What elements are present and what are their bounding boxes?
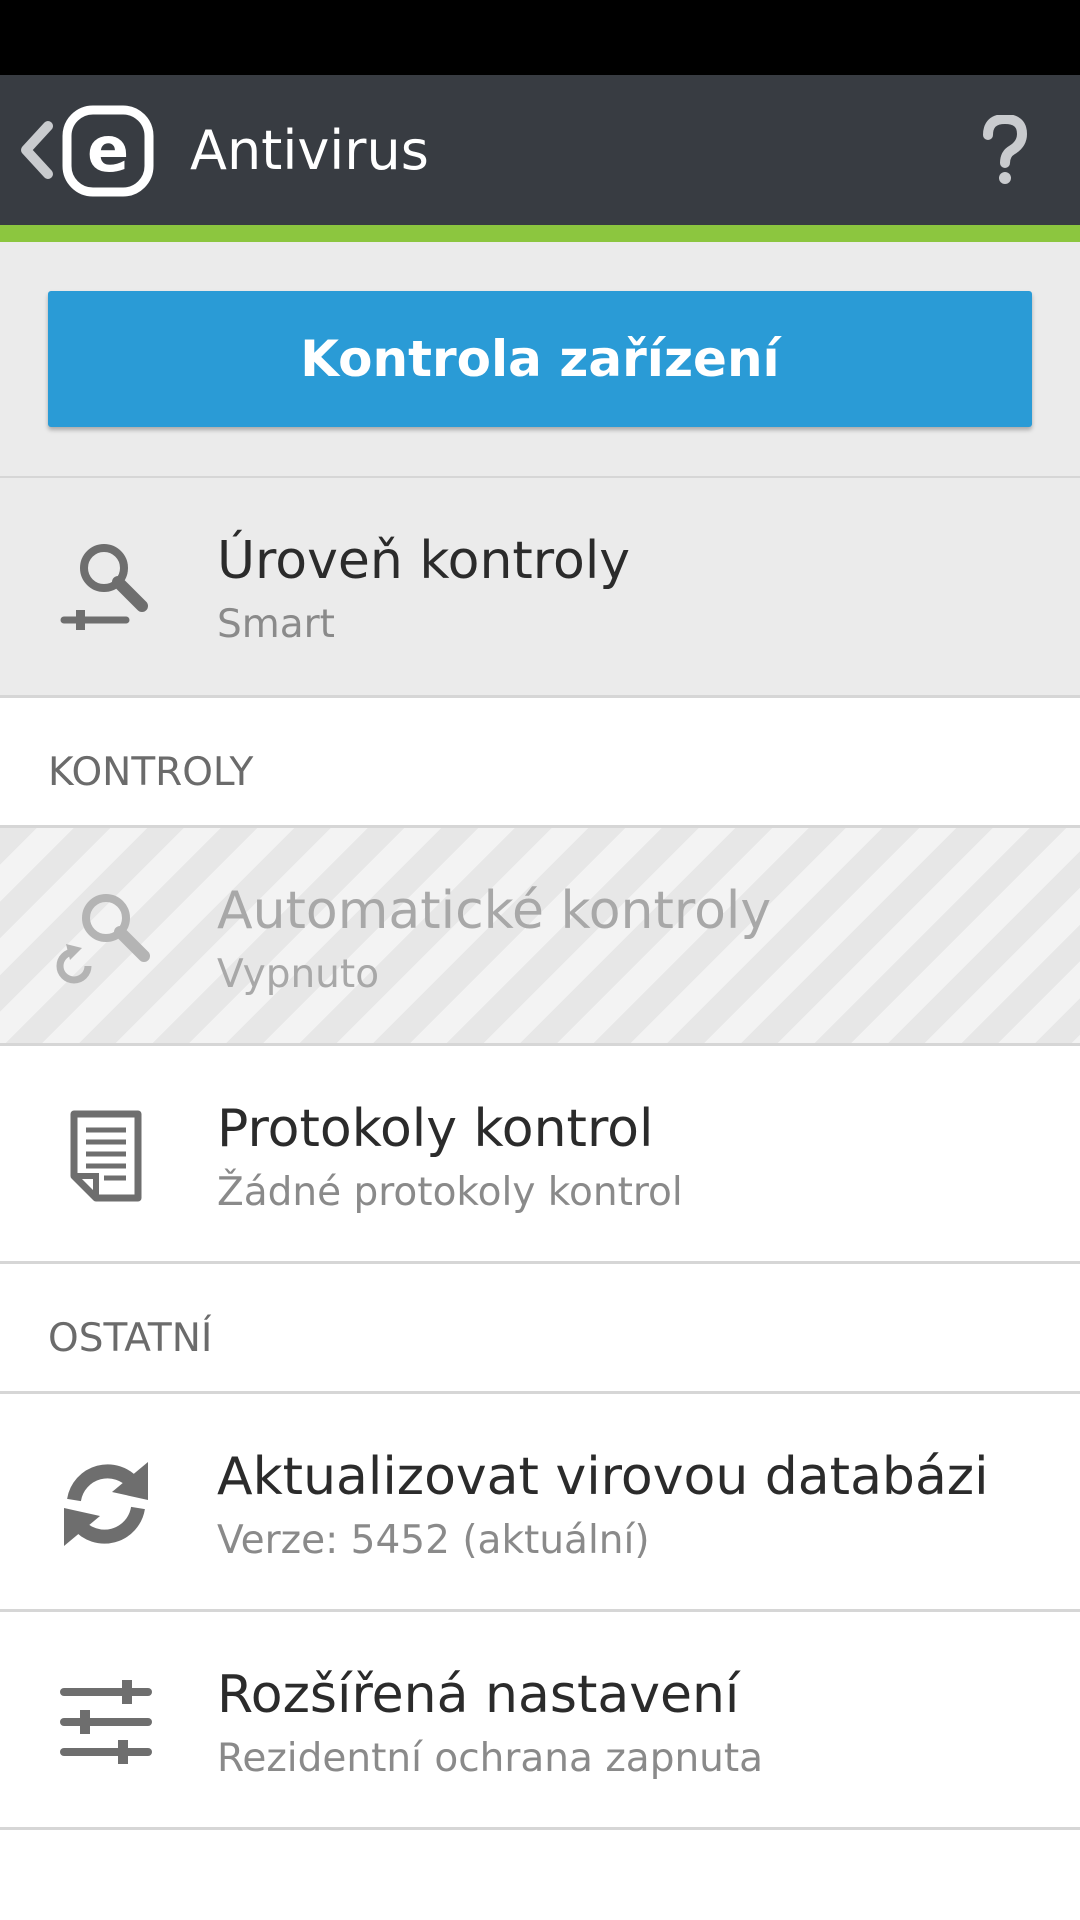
auto-scans-title: Automatické kontroly: [217, 881, 772, 941]
auto-scans-status: Vypnuto: [217, 952, 380, 997]
advanced-settings-title: Rozšířená nastavení: [217, 1665, 740, 1725]
update-database-title: Aktualizovat virovou databázi: [217, 1447, 989, 1507]
help-icon[interactable]: [980, 115, 1030, 187]
status-bar: [0, 0, 1080, 75]
auto-scans-item[interactable]: Automatické kontroly Vypnuto: [0, 828, 1080, 1046]
chevron-left-icon[interactable]: [18, 120, 54, 180]
logo-letter: e: [87, 113, 129, 186]
database-version: Verze: 5452 (aktuální): [217, 1518, 650, 1563]
update-database-item[interactable]: Aktualizovat virovou databázi Verze: 545…: [0, 1394, 1080, 1612]
app-bar: e Antivirus: [0, 75, 1080, 242]
section-header-kontroly: KONTROLY: [0, 698, 1080, 828]
section-header-ostatni: OSTATNÍ: [0, 1264, 1080, 1394]
advanced-settings-status: Rezidentní ochrana zapnuta: [217, 1736, 764, 1781]
refresh-icon: [64, 1462, 148, 1546]
section-title-ostatni: OSTATNÍ: [48, 1316, 213, 1361]
section-title-kontroly: KONTROLY: [48, 750, 254, 795]
magnifier-refresh-icon: [56, 894, 150, 984]
scan-logs-status: Žádné protokoly kontrol: [217, 1170, 683, 1215]
scan-device-button[interactable]: Kontrola zařízení: [48, 291, 1032, 427]
accent-stripe: [0, 225, 1080, 242]
scan-logs-title: Protokoly kontrol: [217, 1099, 654, 1159]
scan-button-area: Kontrola zařízení: [0, 242, 1080, 478]
sliders-icon: [60, 1680, 152, 1764]
advanced-settings-item[interactable]: Rozšířená nastavení Rezidentní ochrana z…: [0, 1612, 1080, 1830]
scan-logs-item[interactable]: Protokoly kontrol Žádné protokoly kontro…: [0, 1046, 1080, 1264]
app-title: Antivirus: [190, 119, 429, 182]
eset-logo-icon[interactable]: e: [62, 105, 154, 197]
scan-level-value: Smart: [217, 602, 335, 647]
magnifier-slider-icon: [60, 544, 148, 630]
scan-level-item[interactable]: Úroveň kontroly Smart: [0, 478, 1080, 698]
scan-level-title: Úroveň kontroly: [217, 531, 631, 591]
document-icon: [70, 1110, 142, 1202]
